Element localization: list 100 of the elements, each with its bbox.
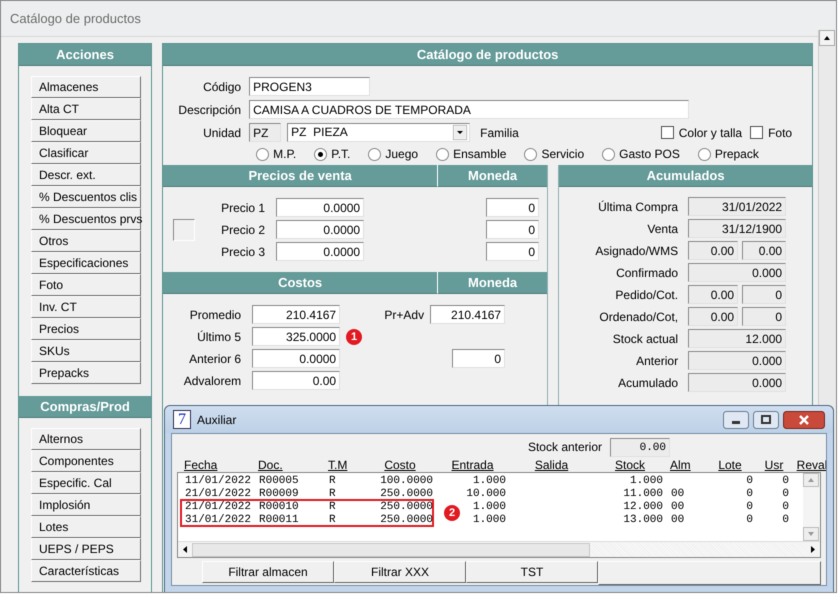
horizontal-scrollbar[interactable] [178, 541, 820, 557]
column-header[interactable]: Usr [756, 458, 792, 472]
sidebar-button[interactable]: Características [31, 560, 141, 582]
radio-button[interactable] [602, 148, 616, 160]
maximize-icon[interactable] [753, 410, 779, 428]
field-label: Stock anterior [528, 440, 602, 454]
section-header: Costos [163, 272, 438, 294]
table-cell: R00010 [259, 501, 299, 514]
sidebar-button[interactable]: Alternos [31, 428, 141, 450]
currency-field[interactable]: 0 [486, 242, 540, 261]
table-cell: R [329, 475, 336, 488]
currency-field[interactable]: 0 [452, 349, 506, 368]
column-header[interactable]: Salida [509, 458, 594, 472]
sidebar-button[interactable]: Almacenes [31, 76, 141, 98]
filter-button[interactable]: Filtrar XXX [334, 561, 466, 583]
annotation-badge: 1 [346, 328, 362, 344]
sidebar-button[interactable]: Componentes [31, 450, 141, 472]
field-label: Anterior [635, 354, 678, 368]
column-header[interactable]: Costo [364, 458, 436, 472]
field-label: Promedio [188, 308, 242, 322]
sidebar-button[interactable]: Bloquear [31, 120, 141, 142]
scroll-up-icon[interactable] [819, 30, 836, 46]
table-cell: 0 [782, 475, 789, 488]
radio-button[interactable] [436, 148, 450, 160]
table-cell: R [329, 488, 336, 501]
close-icon[interactable] [783, 410, 825, 428]
table-cell: 0 [782, 514, 789, 527]
readonly-field: 12.000 [688, 329, 786, 348]
sidebar-button[interactable]: Inv. CT [31, 296, 141, 318]
input-field[interactable]: 0.00 [252, 371, 340, 390]
sidebar-button[interactable]: % Descuentos clis [31, 186, 141, 208]
input-field[interactable]: 0.0000 [276, 220, 364, 239]
column-header[interactable]: T.M [324, 458, 364, 472]
sidebar-button[interactable]: Especific. Cal [31, 472, 141, 494]
column-header[interactable]: Stock [594, 458, 666, 472]
filter-button[interactable]: Filtrar almacen [202, 561, 334, 583]
sidebar-button[interactable]: Implosión [31, 494, 141, 516]
table-cell: 1.000 [472, 514, 506, 527]
sidebar-button[interactable]: Especificaciones [31, 252, 141, 274]
window-title: Auxiliar [197, 412, 236, 426]
input-field[interactable]: 210.4167 [430, 305, 506, 324]
sidebar-button[interactable]: Prepacks [31, 362, 141, 384]
input-field[interactable]: 0.0000 [252, 349, 340, 368]
field-label: Código [202, 80, 242, 94]
unit-code-field: PZ [249, 123, 282, 142]
radio-label: Ensamble [453, 147, 506, 161]
radio-button[interactable] [524, 148, 538, 160]
table-cell: R [329, 514, 336, 527]
column-header[interactable]: Lote [704, 458, 756, 472]
checkbox-label: Foto [768, 126, 792, 140]
checkbox-label: Color y talla [678, 126, 742, 140]
table-cell: R00009 [259, 488, 299, 501]
table-cell: 250.0000 [380, 488, 433, 501]
radio-button[interactable] [368, 148, 382, 160]
sidebar-button[interactable]: Foto [31, 274, 141, 296]
column-header[interactable]: Doc. [254, 458, 324, 472]
checkbox[interactable] [660, 126, 674, 139]
currency-field[interactable]: 0 [486, 220, 540, 239]
sidebar-button[interactable]: Precios [31, 318, 141, 340]
window-title: Catálogo de productos [10, 11, 141, 26]
table-cell: 0 [746, 488, 753, 501]
input-field[interactable]: 0.0000 [276, 198, 364, 217]
table-cell: 0 [782, 501, 789, 514]
sidebar-button[interactable]: % Descuentos prvs [31, 208, 141, 230]
currency-field[interactable]: 0 [486, 198, 540, 217]
radio-button[interactable] [698, 148, 711, 160]
column-header[interactable]: Alm [666, 458, 704, 472]
radio-label: Juego [385, 147, 418, 161]
sidebar-button[interactable]: Descr. ext. [31, 164, 141, 186]
input-field[interactable]: PROGEN3 [249, 77, 370, 96]
sidebar-button[interactable]: Alta CT [31, 98, 141, 120]
radio-button[interactable] [256, 148, 270, 160]
table-cell: 10.000 [466, 488, 506, 501]
field-label: Descripción [177, 102, 242, 116]
sidebar-button[interactable]: Clasificar [31, 142, 141, 164]
input-field[interactable]: 325.0000 [252, 327, 340, 346]
radio-button[interactable] [314, 148, 328, 160]
input-field[interactable]: CAMISA A CUADROS DE TEMPORADA [249, 100, 690, 119]
minimize-icon[interactable] [723, 410, 749, 428]
sidebar-button[interactable]: Lotes [31, 516, 141, 538]
table-cell: 12.000 [623, 501, 663, 514]
input-field[interactable]: 210.4167 [252, 305, 340, 324]
sidebar-button[interactable]: SKUs [31, 340, 141, 362]
input-field[interactable]: 0.0000 [276, 242, 364, 261]
sidebar-button[interactable]: UEPS / PEPS [31, 538, 141, 560]
sidebar-button[interactable]: Otros [31, 230, 141, 252]
unit-dropdown[interactable]: PZ PIEZA [287, 123, 470, 142]
table-cell: 1.000 [472, 475, 506, 488]
table-cell: 31/01/2022 [185, 514, 252, 527]
readonly-field: 0.00 [688, 307, 738, 326]
table-cell: 0 [746, 514, 753, 527]
field-label: Stock actual [612, 332, 678, 346]
table-cell: 11/01/2022 [185, 475, 252, 488]
table-cell: R00005 [259, 475, 299, 488]
table-cell: 1.000 [472, 501, 506, 514]
readonly-field: 0 [742, 285, 786, 304]
column-header[interactable]: Fecha [180, 458, 254, 472]
filter-button[interactable]: TST [466, 561, 598, 583]
column-header[interactable]: Entrada [436, 458, 509, 472]
checkbox[interactable] [750, 126, 764, 139]
